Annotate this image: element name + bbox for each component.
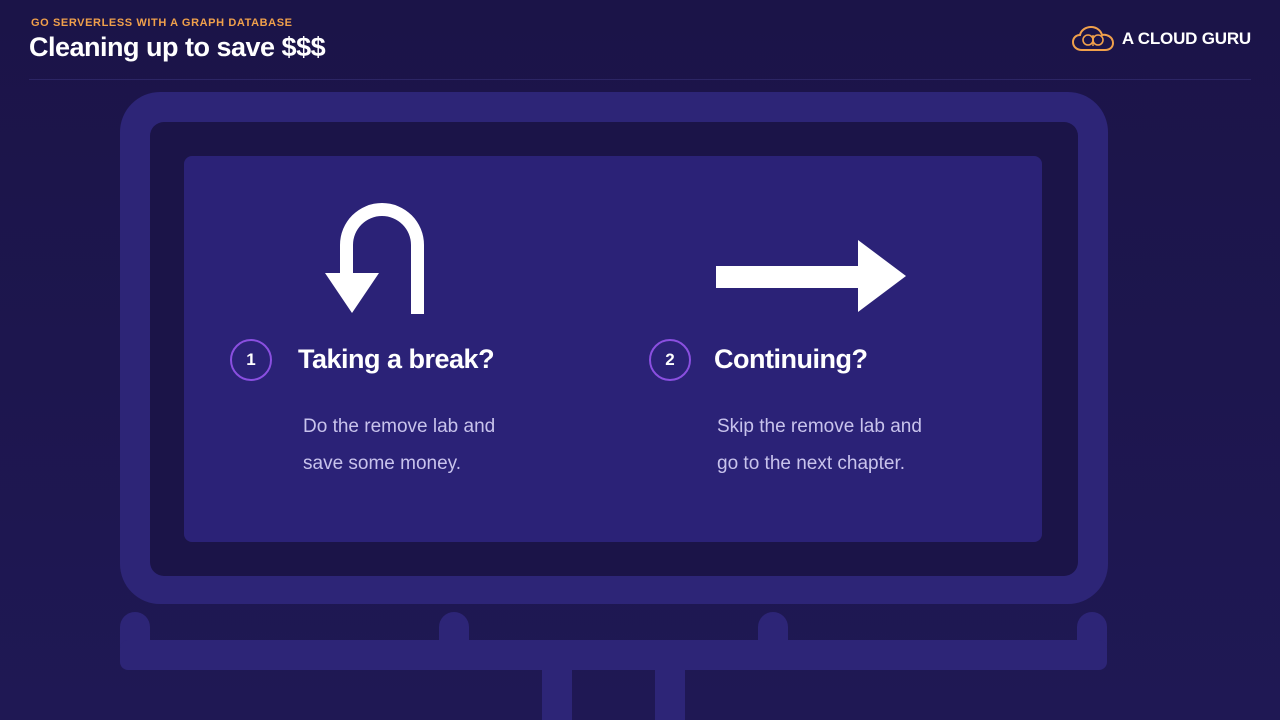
option-number-badge: 2 — [649, 339, 691, 381]
option-description-line: go to the next chapter. — [717, 453, 906, 474]
right-arrow-icon — [716, 240, 906, 312]
header-divider — [29, 79, 1251, 80]
option-description-line: Skip the remove lab and — [717, 416, 922, 437]
option-description-line: Do the remove lab and — [303, 416, 496, 437]
option-description: Skip the remove lab and go to the next c… — [717, 408, 977, 482]
cloud-logo-icon — [1071, 26, 1114, 51]
slide-title: Cleaning up to save $$$ — [29, 32, 326, 62]
option-heading: Continuing? — [714, 344, 868, 374]
brand-name: A CLOUD GURU — [1121, 29, 1251, 48]
option-description-line: save some money. — [303, 453, 462, 474]
slide: GO SERVERLESS WITH A GRAPH DATABASE Clea… — [0, 0, 1280, 720]
brand: A CLOUD GURU — [1071, 26, 1251, 52]
billboard-leg — [655, 668, 685, 720]
course-label: GO SERVERLESS WITH A GRAPH DATABASE — [31, 17, 293, 29]
option-description: Do the remove lab and save some money. — [303, 408, 563, 482]
option-heading: Taking a break? — [298, 344, 495, 374]
billboard-rail — [120, 640, 1107, 670]
option-number-badge: 1 — [230, 339, 272, 381]
billboard-leg — [542, 668, 572, 720]
u-turn-arrow-icon — [325, 203, 424, 314]
